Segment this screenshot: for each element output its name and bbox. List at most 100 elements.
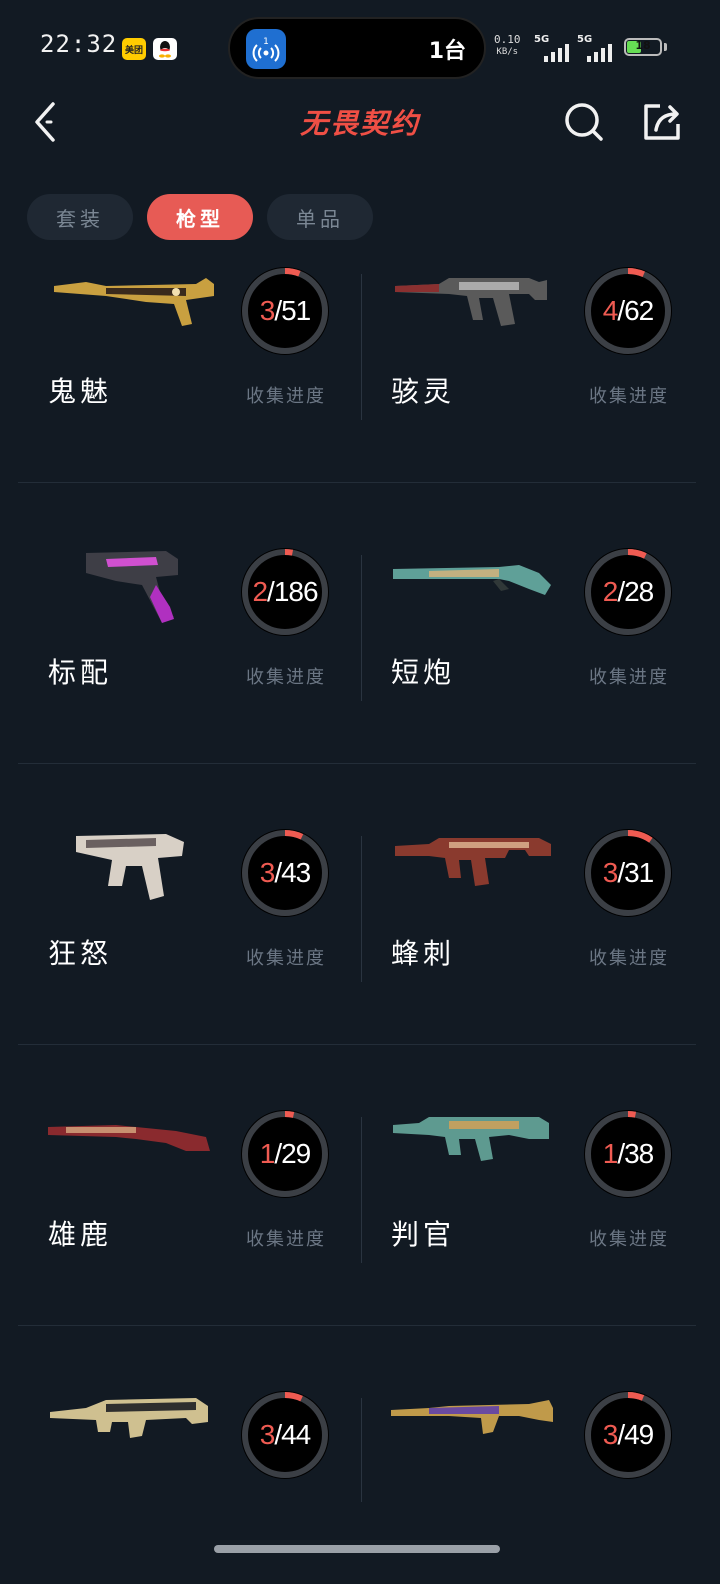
signal-bars-icon: [544, 44, 569, 62]
total-count: 186: [273, 576, 319, 607]
total-count: 49: [624, 1419, 654, 1450]
count-separator: /: [617, 295, 625, 326]
broadcast-icon: 1: [246, 29, 286, 69]
owned-count: 1: [602, 1138, 619, 1169]
collection-count: 1/29: [239, 1108, 331, 1200]
weapon-name: 狂怒: [48, 937, 113, 970]
share-icon: [644, 104, 680, 140]
owned-count: 2: [252, 576, 268, 607]
collection-count: 3/43: [239, 827, 331, 919]
shotgun-bucky-icon: [46, 1107, 216, 1197]
total-count: 38: [624, 1138, 654, 1169]
shotgun-judge-icon: [389, 1107, 559, 1197]
total-count: 43: [281, 857, 311, 888]
count-separator: /: [267, 576, 275, 607]
tab-items[interactable]: 单品: [267, 194, 373, 240]
rifle-guardian-icon: [389, 1388, 559, 1478]
collection-progress-ring: 3/44: [239, 1389, 331, 1481]
collection-progress-ring: 2/28: [582, 546, 674, 638]
app-header: 无畏契约: [0, 96, 720, 156]
total-count: 51: [281, 295, 311, 326]
weapon-card[interactable]: 4/62 骇灵 收集进度: [361, 262, 696, 483]
share-button[interactable]: [640, 100, 684, 144]
search-icon: [565, 103, 603, 141]
collection-progress-label: 收集进度: [589, 667, 669, 688]
count-separator: /: [617, 1138, 625, 1169]
battery-level: 18: [635, 39, 651, 52]
weapon-card[interactable]: 3/51 鬼魅 收集进度: [18, 262, 357, 483]
collection-count: 3/44: [239, 1389, 331, 1481]
weapon-name: 标配: [48, 656, 113, 689]
owned-count: 4: [602, 295, 619, 326]
network-speed-value: 0.10: [494, 33, 521, 46]
weapon-row: 1/29 雄鹿 收集进度 1/38 判官 收集进度: [18, 1045, 696, 1326]
count-separator: /: [274, 857, 282, 888]
owned-count: 3: [602, 1419, 619, 1450]
clock: 22:32: [40, 30, 118, 58]
collection-count: 3/51: [239, 265, 331, 357]
collection-count: 3/31: [582, 827, 674, 919]
smg-spectre-icon: [389, 264, 559, 354]
pistol-frenzy-icon: [46, 826, 216, 916]
island-badge-count: 1: [263, 37, 269, 47]
weapon-card[interactable]: 2/186 标配 收集进度: [18, 483, 357, 764]
count-separator: /: [274, 1419, 282, 1450]
island-device-count: 1台: [428, 39, 466, 64]
home-indicator[interactable]: [214, 1545, 500, 1553]
collection-count: 2/28: [582, 546, 674, 638]
pistol-ghost-icon: [46, 264, 216, 354]
shotgun-shorty-icon: [389, 545, 559, 635]
weapon-grid: 3/51 鬼魅 收集进度 4/62 骇灵 收集进度 2/186 标配 收集进度 2/28 短炮 收集进…: [18, 262, 696, 1502]
weapon-card[interactable]: 3/31 蜂刺 收集进度: [361, 764, 696, 1045]
owned-count: 3: [259, 857, 276, 888]
collection-progress-label: 收集进度: [589, 386, 669, 407]
weapon-name: 雄鹿: [48, 1218, 113, 1251]
collection-progress-label: 收集进度: [246, 1229, 326, 1250]
search-button[interactable]: [562, 100, 606, 144]
collection-progress-ring: 1/38: [582, 1108, 674, 1200]
pistol-classic-icon: [46, 545, 216, 635]
weapon-card[interactable]: 1/38 判官 收集进度: [361, 1045, 696, 1326]
collection-progress-ring: 1/29: [239, 1108, 331, 1200]
weapon-name: 蜂刺: [391, 937, 456, 970]
tab-bundles[interactable]: 套装: [27, 194, 133, 240]
weapon-name: 判官: [391, 1218, 456, 1251]
weapon-card[interactable]: 1/29 雄鹿 收集进度: [18, 1045, 357, 1326]
owned-count: 3: [259, 295, 276, 326]
count-separator: /: [274, 1138, 282, 1169]
count-separator: /: [617, 576, 625, 607]
weapon-row: 3/43 狂怒 收集进度 3/31 蜂刺 收集进度: [18, 764, 696, 1045]
weapon-card[interactable]: 3/49收集进度: [361, 1326, 696, 1502]
total-count: 44: [281, 1419, 311, 1450]
collection-progress-ring: 3/43: [239, 827, 331, 919]
weapon-row: 2/186 标配 收集进度 2/28 短炮 收集进度: [18, 483, 696, 764]
battery-tip: [664, 43, 667, 51]
collection-progress-ring: 3/49: [582, 1389, 674, 1481]
weapon-card[interactable]: 3/43 狂怒 收集进度: [18, 764, 357, 1045]
collection-count: 2/186: [239, 546, 331, 638]
count-separator: /: [274, 295, 282, 326]
collection-progress-label: 收集进度: [589, 1229, 669, 1250]
weapon-card[interactable]: 2/28 短炮 收集进度: [361, 483, 696, 764]
collection-count: 4/62: [582, 265, 674, 357]
signal-bars-icon: [587, 44, 612, 62]
weapon-card[interactable]: 3/44收集进度: [18, 1326, 357, 1502]
count-separator: /: [617, 1419, 625, 1450]
collection-progress-label: 收集进度: [246, 386, 326, 407]
rifle-bulldog-icon: [46, 1388, 216, 1478]
network-speed: 0.10 KB/s: [494, 34, 521, 58]
meituan-notification-icon: 美团: [122, 38, 146, 60]
total-count: 28: [624, 576, 654, 607]
status-bar: 22:32 美团 1 1台 0.10 KB/s 5G 5G 18: [0, 0, 720, 96]
weapon-name: 鬼魅: [48, 375, 113, 408]
owned-count: 1: [259, 1138, 276, 1169]
tab-weapon-types[interactable]: 枪型: [147, 194, 253, 240]
count-separator: /: [617, 857, 625, 888]
collection-progress-label: 收集进度: [246, 667, 326, 688]
collection-progress-label: 收集进度: [589, 948, 669, 969]
dynamic-island[interactable]: 1 1台: [228, 17, 486, 79]
weapon-name: 骇灵: [391, 375, 456, 408]
network-speed-unit: KB/s: [496, 47, 519, 57]
weapon-row: 3/44收集进度3/49收集进度: [18, 1326, 696, 1502]
qq-notification-icon: [153, 38, 177, 60]
